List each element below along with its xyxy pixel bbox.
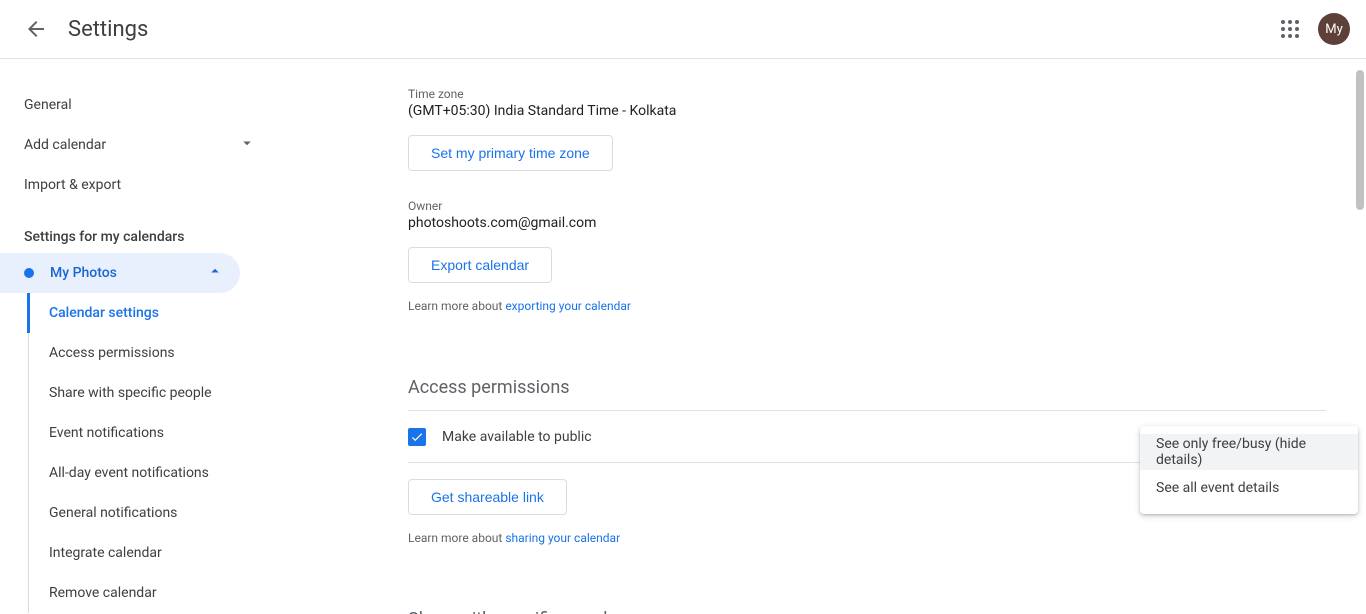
account-avatar[interactable]: My (1318, 13, 1350, 45)
app-header: Settings My (0, 0, 1366, 59)
subnav-label: Share with specific people (49, 385, 212, 401)
sidebar-item-label: General (24, 97, 72, 113)
make-public-checkbox[interactable] (408, 428, 426, 446)
export-calendar-button[interactable]: Export calendar (408, 247, 552, 283)
set-primary-timezone-button[interactable]: Set my primary time zone (408, 135, 613, 171)
sidebar-item-label: Add calendar (24, 137, 106, 153)
owner-label: Owner (408, 199, 1326, 213)
timezone-value: (GMT+05:30) India Standard Time - Kolkat… (408, 103, 1326, 119)
chevron-down-icon (238, 134, 256, 156)
subnav-label: Event notifications (49, 425, 164, 441)
owner-value: photoshoots.com@gmail.com (408, 215, 1326, 231)
page-title: Settings (68, 17, 148, 42)
body-area: General Add calendar Import & export Set… (0, 59, 1366, 614)
subnav-allday-notifications[interactable]: All-day event notifications (29, 453, 280, 493)
make-public-label: Make available to public (442, 429, 592, 445)
dropdown-option-all-details[interactable]: See all event details (1140, 470, 1358, 506)
arrow-left-icon (24, 17, 48, 41)
sidebar-item-add-calendar[interactable]: Add calendar (0, 125, 280, 165)
learn-more-export: Learn more about exporting your calendar (408, 299, 1326, 313)
learn-more-export-link[interactable]: exporting your calendar (505, 299, 631, 313)
learn-more-share-link[interactable]: sharing your calendar (505, 531, 620, 545)
checkmark-icon (410, 430, 424, 444)
settings-sidebar: General Add calendar Import & export Set… (0, 59, 280, 614)
dropdown-option-free-busy[interactable]: See only free/busy (hide details) (1140, 434, 1358, 470)
sidebar-heading-my-calendars: Settings for my calendars (0, 205, 280, 253)
learn-more-prefix: Learn more about (408, 531, 505, 545)
sidebar-sublist: Calendar settings Access permissions Sha… (28, 293, 280, 613)
timezone-label: Time zone (408, 87, 1326, 101)
learn-more-share: Learn more about sharing your calendar (408, 531, 1326, 545)
calendar-color-dot (24, 268, 34, 278)
scrollbar-thumb[interactable] (1356, 70, 1364, 210)
subnav-general-notifications[interactable]: General notifications (29, 493, 280, 533)
subnav-access-permissions[interactable]: Access permissions (29, 333, 280, 373)
get-shareable-link-button[interactable]: Get shareable link (408, 479, 567, 515)
section-title-share-with-people: Share with specific people (408, 609, 1326, 614)
sidebar-item-import-export[interactable]: Import & export (0, 165, 280, 205)
apps-grid-icon (1281, 20, 1299, 38)
google-apps-button[interactable] (1270, 9, 1310, 49)
subnav-label: Access permissions (49, 345, 175, 361)
subnav-remove-calendar[interactable]: Remove calendar (29, 573, 280, 613)
subnav-label: General notifications (49, 505, 177, 521)
sidebar-item-label: Import & export (24, 177, 121, 193)
section-title-access-permissions: Access permissions (408, 377, 1326, 411)
subnav-integrate-calendar[interactable]: Integrate calendar (29, 533, 280, 573)
learn-more-prefix: Learn more about (408, 299, 505, 313)
subnav-event-notifications[interactable]: Event notifications (29, 413, 280, 453)
settings-content: Time zone (GMT+05:30) India Standard Tim… (280, 59, 1366, 614)
visibility-dropdown-menu: See only free/busy (hide details) See al… (1140, 426, 1358, 514)
chevron-up-icon (206, 262, 224, 284)
back-button[interactable] (16, 9, 56, 49)
subnav-label: Remove calendar (49, 585, 157, 601)
sidebar-item-general[interactable]: General (0, 85, 280, 125)
subnav-share-with[interactable]: Share with specific people (29, 373, 280, 413)
subnav-label: Integrate calendar (49, 545, 162, 561)
subnav-label: All-day event notifications (49, 465, 209, 481)
subnav-calendar-settings[interactable]: Calendar settings (27, 293, 280, 333)
sidebar-calendar-my-photos[interactable]: My Photos (0, 253, 240, 293)
sidebar-item-label: My Photos (50, 265, 117, 281)
subnav-label: Calendar settings (49, 305, 159, 321)
